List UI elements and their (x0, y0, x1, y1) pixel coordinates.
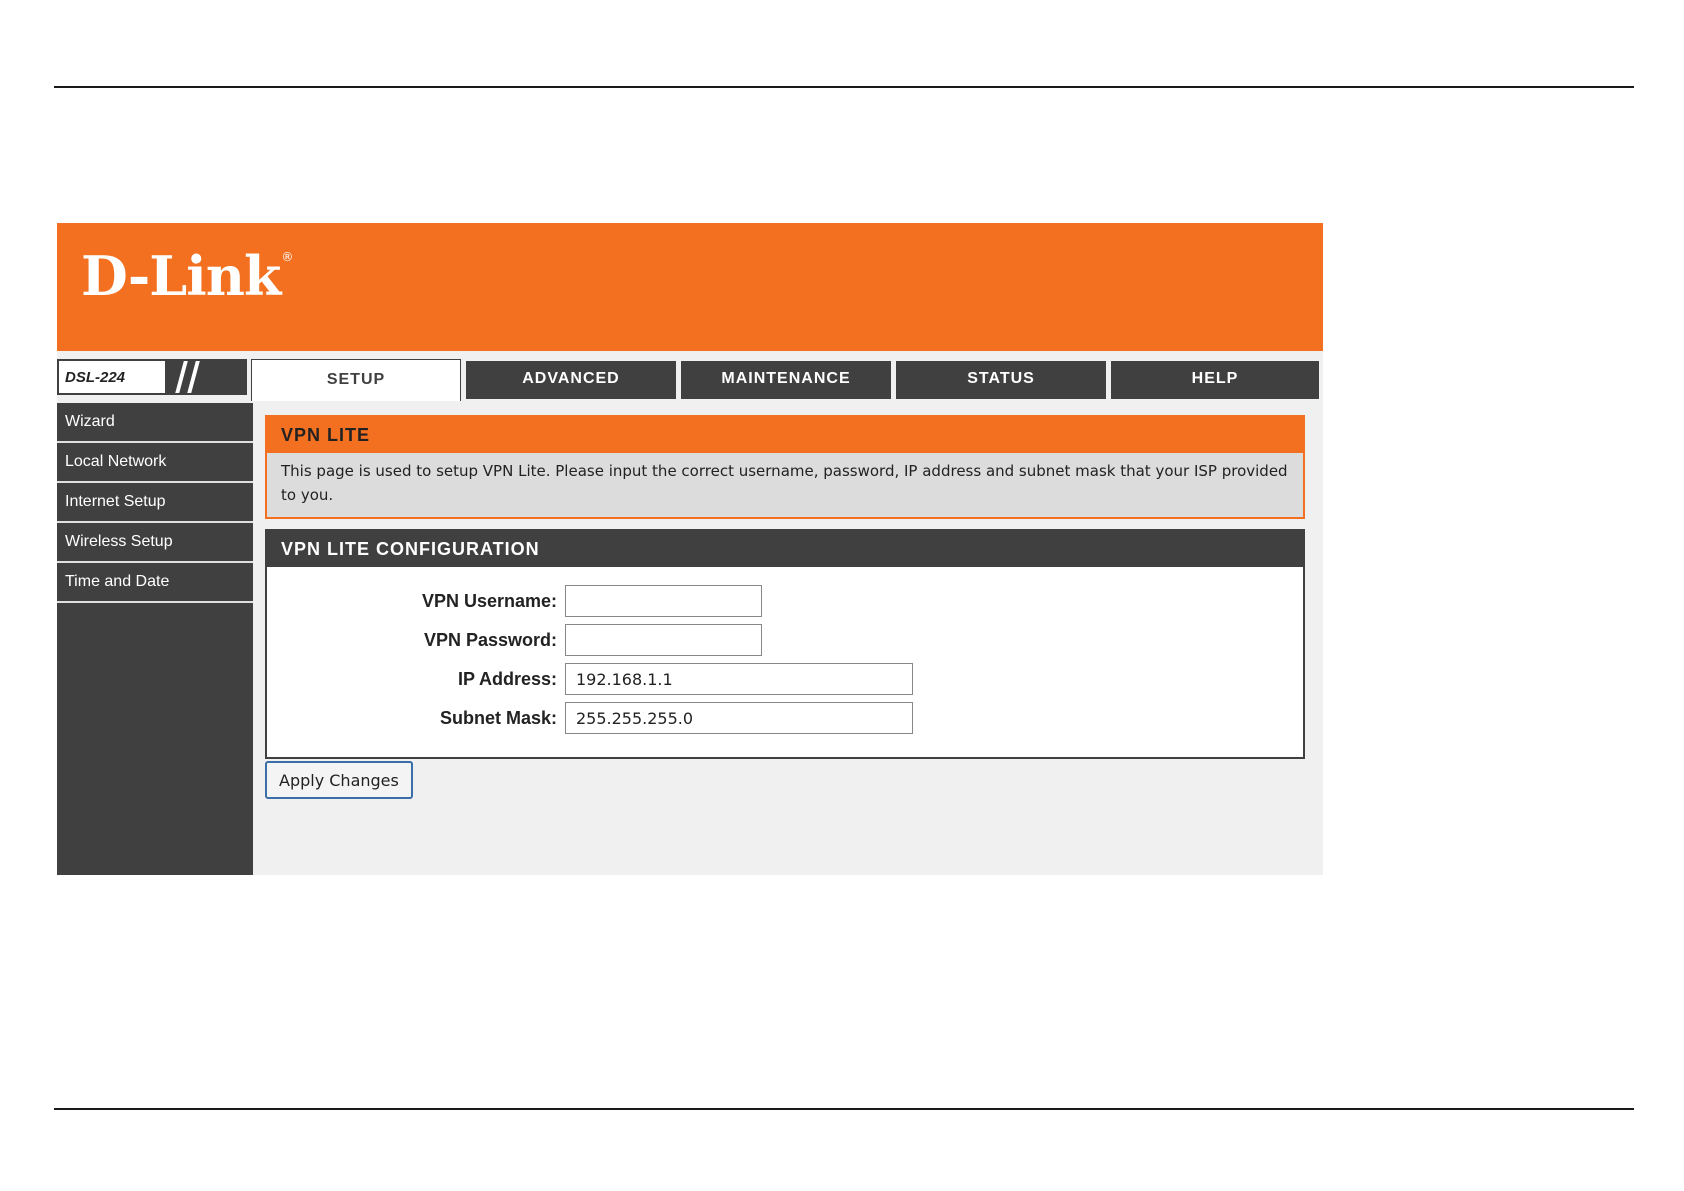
config-panel-title: VPN LITE CONFIGURATION (267, 531, 1303, 567)
tab-advanced[interactable]: ADVANCED (466, 361, 676, 399)
tab-help[interactable]: HELP (1111, 361, 1319, 399)
tab-status[interactable]: STATUS (896, 361, 1106, 399)
vpn-password-input[interactable] (565, 624, 762, 656)
ip-address-label: IP Address: (457, 669, 557, 689)
info-panel: VPN LITE This page is used to setup VPN … (265, 415, 1305, 519)
router-admin-ui: D-Link® DSL-224 SETUP ADVANCED MAINTENAN… (57, 223, 1323, 875)
sidebar-item-wireless-setup[interactable]: Wireless Setup (57, 523, 253, 563)
ip-address-input[interactable] (565, 663, 913, 695)
top-rule (54, 86, 1634, 88)
info-panel-text: This page is used to setup VPN Lite. Ple… (281, 462, 1288, 504)
model-name: DSL-224 (65, 369, 126, 386)
top-navigation: DSL-224 SETUP ADVANCED MAINTENANCE STATU… (57, 351, 1323, 403)
subnet-mask-label: Subnet Mask: (439, 708, 557, 728)
config-form: VPN Username: VPN Password: IP Address: … (267, 567, 1303, 757)
sidebar: Wizard Local Network Internet Setup Wire… (57, 403, 253, 875)
vpn-username-label: VPN Username: (421, 591, 557, 611)
form-row-ip-address: IP Address: (267, 663, 1303, 702)
vpn-username-input[interactable] (565, 585, 762, 617)
form-row-username: VPN Username: (267, 585, 1303, 624)
main-content: VPN LITE This page is used to setup VPN … (265, 415, 1305, 799)
config-panel: VPN LITE CONFIGURATION VPN Username: VPN… (265, 529, 1305, 759)
model-badge: DSL-224 (57, 359, 247, 395)
sidebar-item-time-and-date[interactable]: Time and Date (57, 563, 253, 603)
tab-maintenance[interactable]: MAINTENANCE (681, 361, 891, 399)
form-row-password: VPN Password: (267, 624, 1303, 663)
form-row-subnet-mask: Subnet Mask: (267, 702, 1303, 741)
apply-changes-button[interactable]: Apply Changes (265, 761, 413, 799)
header-banner: D-Link® (57, 223, 1323, 351)
dlink-logo: D-Link® (81, 244, 293, 308)
subnet-mask-input[interactable] (565, 702, 913, 734)
model-stripes (165, 361, 245, 393)
vpn-password-label: VPN Password: (423, 630, 557, 650)
sidebar-item-internet-setup[interactable]: Internet Setup (57, 483, 253, 523)
tab-setup[interactable]: SETUP (251, 359, 461, 401)
sidebar-item-local-network[interactable]: Local Network (57, 443, 253, 483)
info-panel-title: VPN LITE (267, 417, 1303, 453)
sidebar-item-wizard[interactable]: Wizard (57, 403, 253, 443)
bottom-rule (54, 1108, 1634, 1110)
